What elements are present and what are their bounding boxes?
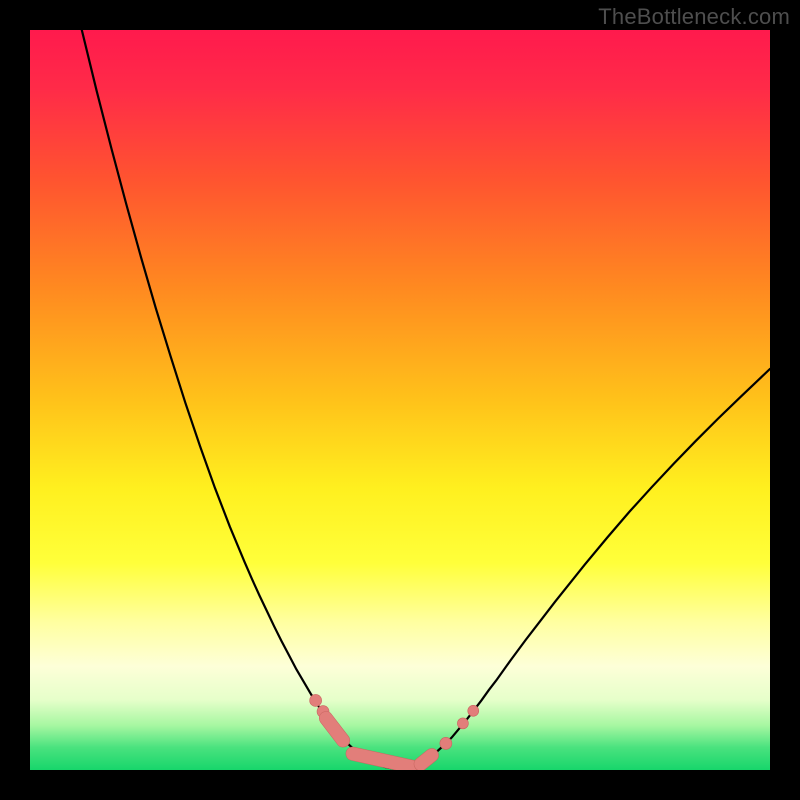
gradient-background bbox=[30, 30, 770, 770]
chart-frame: TheBottleneck.com bbox=[0, 0, 800, 800]
marker-dot bbox=[457, 718, 468, 729]
marker-dot bbox=[468, 705, 479, 716]
marker-dot bbox=[440, 737, 452, 749]
bottleneck-chart bbox=[30, 30, 770, 770]
marker-capsule bbox=[421, 755, 432, 764]
marker-dot bbox=[310, 694, 322, 706]
watermark-text: TheBottleneck.com bbox=[598, 4, 790, 30]
